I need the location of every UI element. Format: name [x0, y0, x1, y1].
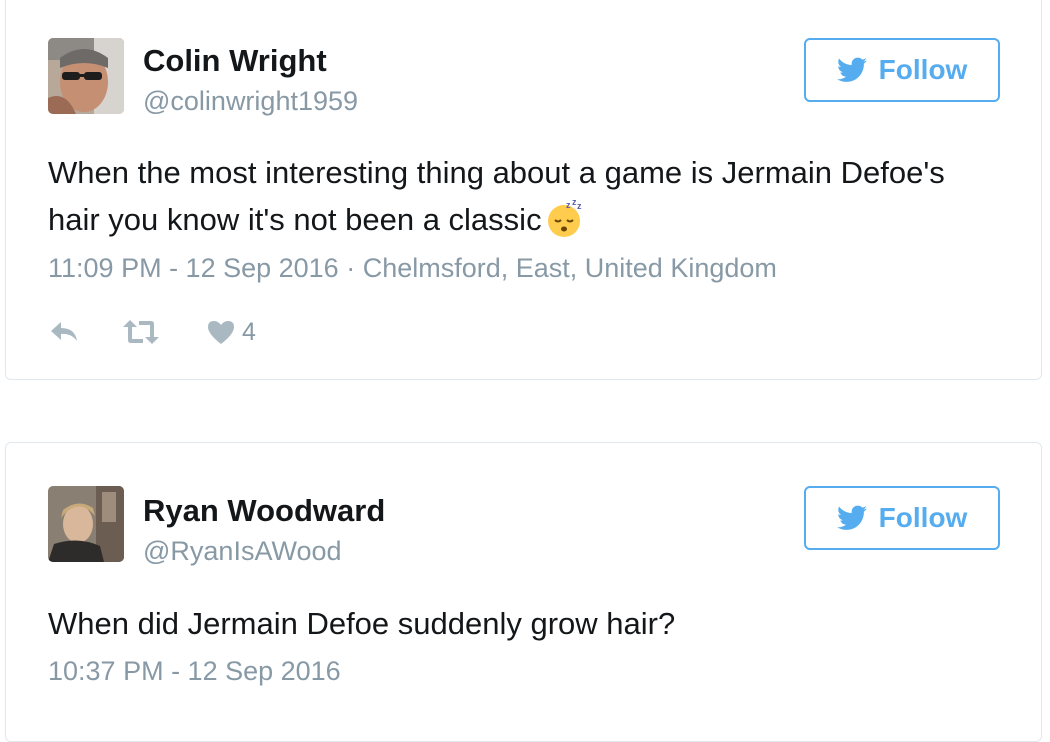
follow-label: Follow — [878, 54, 968, 85]
follow-button[interactable]: Follow — [804, 486, 1000, 550]
tweet-text: When did Jermain Defoe suddenly grow hai… — [48, 606, 676, 641]
svg-text:z: z — [577, 201, 582, 211]
tweet-text: When the most interesting thing about a … — [48, 149, 948, 243]
tweet-card: Colin Wright @colinwright1959 Follow Whe… — [5, 0, 1042, 380]
sleeping-face-emoji-icon: z z z — [547, 198, 582, 237]
twitter-bird-icon — [836, 57, 867, 82]
retweet-button[interactable] — [122, 318, 160, 346]
location[interactable]: Chelmsford, East, United Kingdom — [363, 253, 777, 283]
reply-icon — [51, 322, 77, 341]
user-handle[interactable]: @colinwright1959 — [143, 86, 358, 117]
retweet-icon — [123, 320, 159, 344]
like-button[interactable]: 4 — [206, 318, 256, 347]
reply-button[interactable] — [48, 319, 80, 345]
timestamp[interactable]: 10:37 PM - 12 Sep 2016 — [48, 656, 341, 686]
avatar[interactable] — [48, 38, 124, 114]
display-name[interactable]: Ryan Woodward — [143, 493, 385, 529]
heart-icon — [208, 321, 234, 344]
tweet-meta: 10:37 PM - 12 Sep 2016 — [48, 656, 341, 687]
timestamp[interactable]: 11:09 PM - 12 Sep 2016 — [48, 253, 339, 283]
tweet-meta: 11:09 PM - 12 Sep 2016 · Chelmsford, Eas… — [48, 253, 777, 284]
user-handle[interactable]: @RyanIsAWood — [143, 536, 342, 567]
twitter-bird-icon — [836, 505, 867, 530]
follow-label: Follow — [878, 502, 968, 533]
display-name[interactable]: Colin Wright — [143, 43, 327, 79]
tweet-text-body: When the most interesting thing about a … — [48, 155, 945, 237]
svg-text:z: z — [566, 200, 571, 210]
tweet-actions: 4 — [48, 315, 256, 349]
meta-separator: · — [338, 253, 363, 283]
follow-button[interactable]: Follow — [804, 38, 1000, 102]
avatar[interactable] — [48, 486, 124, 562]
tweet-card: Ryan Woodward @RyanIsAWood Follow When d… — [5, 442, 1042, 742]
like-count: 4 — [242, 317, 256, 346]
